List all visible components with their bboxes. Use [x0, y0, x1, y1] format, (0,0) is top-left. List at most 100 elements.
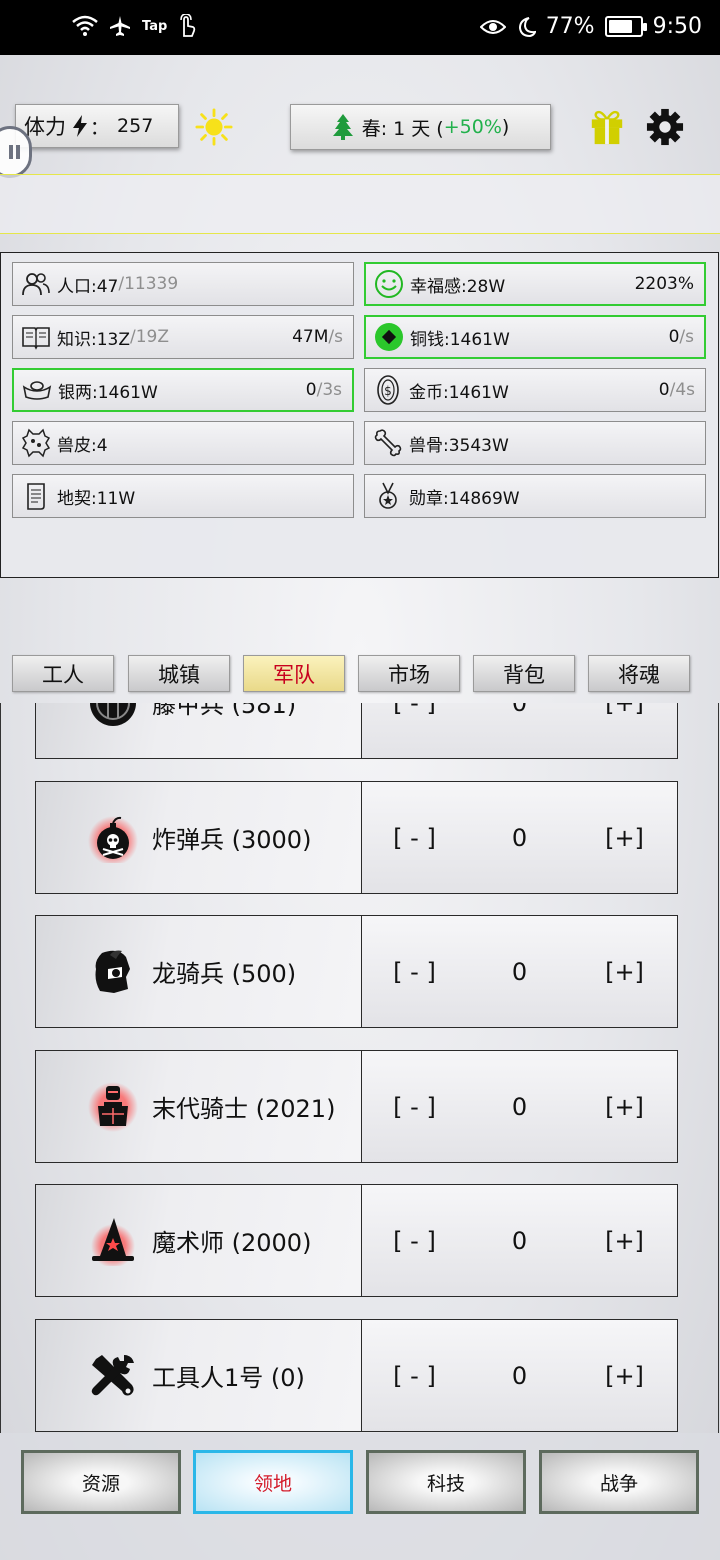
resource-name: 幸福感:28W — [410, 276, 506, 297]
knight-helmet-icon — [88, 947, 138, 997]
resource-cell[interactable]: 兽骨:3543W — [364, 421, 706, 465]
bomb-skull-icon — [88, 813, 138, 866]
hide-icon — [21, 428, 51, 458]
resource-cell[interactable]: 地契:11W — [12, 474, 354, 518]
resource-cell[interactable]: 勋章:14869W — [364, 474, 706, 518]
resource-cell[interactable]: 兽皮:4 — [12, 421, 354, 465]
unit-info: 工具人1号 (0) — [35, 1319, 362, 1432]
resource-name: 兽皮:4 — [57, 435, 108, 456]
notice-band — [0, 174, 720, 234]
increase-button[interactable]: [+] — [572, 1319, 678, 1432]
unit-info: 炸弹兵 (3000) — [35, 781, 362, 894]
resource-rate-unit: /s — [328, 327, 343, 347]
unit-row: 末代骑士 (2021) [ - ] 0 [+] — [35, 1050, 678, 1163]
tap-label: Tap — [142, 18, 168, 34]
increase-button[interactable]: [+] — [572, 1184, 678, 1297]
unit-count: 0 — [467, 1319, 573, 1432]
tree-icon — [332, 114, 353, 140]
resource-rate: 0/s — [669, 327, 694, 347]
unit-name: 炸弹兵 (3000) — [152, 826, 312, 854]
nav-button-3[interactable]: 战争 — [539, 1450, 699, 1514]
decrease-button[interactable]: [ - ] — [362, 781, 468, 894]
unit-row: 魔术师 (2000) [ - ] 0 [+] — [35, 1184, 678, 1297]
gift-icon[interactable] — [588, 108, 626, 146]
unit-info: 龙骑兵 (500) — [35, 915, 362, 1028]
resource-cell[interactable]: 知识:13Z/19Z 47M/s — [12, 315, 354, 359]
decrease-button[interactable]: [ - ] — [362, 1319, 468, 1432]
resource-rate-value: 0 — [658, 380, 670, 400]
lightning-icon — [73, 115, 87, 137]
resource-cell[interactable]: $ 金币:1461W 0/4s — [364, 368, 706, 412]
unit-name: 末代骑士 (2021) — [152, 1095, 336, 1123]
status-bar: Tap 77% 9:50 — [0, 0, 720, 55]
silver-ingot-icon — [22, 375, 52, 405]
unit-list[interactable]: 藤甲兵 (581)[ - ]0[+]炸弹兵 (3000)[ - ]0[+]龙骑兵… — [0, 703, 720, 1433]
unit-info: 魔术师 (2000) — [35, 1184, 362, 1297]
resource-cell[interactable]: 人口:47/11339 — [12, 262, 354, 306]
unit-name: 龙骑兵 (500) — [152, 960, 297, 988]
resource-cell[interactable]: 银两:1461W 0/3s — [12, 368, 354, 412]
stamina-box: 体力 ： 257 — [15, 104, 179, 148]
resource-capacity: /19Z — [130, 327, 170, 347]
nav-button-2[interactable]: 科技 — [366, 1450, 526, 1514]
resource-rate: 0/4s — [659, 380, 695, 400]
nav-button-1[interactable]: 领地 — [193, 1450, 353, 1514]
resource-name: 勋章:14869W — [409, 488, 520, 509]
medal-icon — [373, 481, 403, 511]
decrease-button[interactable]: [ - ] — [362, 1050, 468, 1163]
resource-name: 金币:1461W — [409, 382, 509, 403]
settings-gear-icon[interactable] — [646, 108, 684, 146]
nav-button-0[interactable]: 资源 — [21, 1450, 181, 1514]
stamina-label: 体力 — [24, 115, 66, 139]
resource-name: 铜钱:1461W — [410, 329, 510, 350]
unit-info: 藤甲兵 (581) — [35, 703, 362, 759]
unit-row: 炸弹兵 (3000) [ - ] 0 [+] — [35, 781, 678, 894]
scroll-icon — [21, 481, 51, 511]
tab-5[interactable]: 将魂 — [588, 655, 690, 692]
resource-name: 知识:13Z — [57, 329, 131, 350]
resource-panel: 人口:47/11339 幸福感:28W 2203% 知识:13Z/19Z 47M/s 铜钱… — [0, 252, 719, 578]
tab-4[interactable]: 背包 — [473, 655, 575, 692]
tab-2[interactable]: 军队 — [243, 655, 345, 692]
unit-row: 龙骑兵 (500) [ - ] 0 [+] — [35, 915, 678, 1028]
category-tabs: 工人 城镇 军队 市场 背包 将魂 — [0, 655, 720, 693]
resource-rate: 47M/s — [292, 327, 343, 347]
unit-name: 工具人1号 (0) — [152, 1364, 305, 1392]
bone-icon — [373, 428, 403, 458]
stamina-value: 257 — [117, 115, 154, 137]
gold-coin-icon: $ — [373, 375, 403, 405]
increase-button[interactable]: [+] — [572, 781, 678, 894]
resource-rate-unit: /s — [679, 327, 694, 347]
tab-1[interactable]: 城镇 — [128, 655, 230, 692]
unit-row: 工具人1号 (0) [ - ] 0 [+] — [35, 1319, 678, 1432]
unit-count: 0 — [467, 915, 573, 1028]
armored-knight-icon — [88, 1081, 138, 1132]
decrease-button[interactable]: [ - ] — [362, 915, 468, 1028]
unit-count: 0 — [467, 1184, 573, 1297]
resource-name: 人口:47 — [57, 276, 119, 297]
airplane-icon — [110, 16, 130, 36]
season-close: ) — [501, 116, 510, 138]
resource-name: 兽骨:3543W — [409, 435, 509, 456]
decrease-button[interactable]: [ - ] — [362, 1184, 468, 1297]
tab-0[interactable]: 工人 — [12, 655, 114, 692]
wifi-icon — [72, 15, 98, 36]
touch-icon — [180, 14, 196, 37]
tab-3[interactable]: 市场 — [358, 655, 460, 692]
resource-cell[interactable]: 幸福感:28W 2203% — [364, 262, 706, 306]
moon-icon — [518, 16, 536, 37]
unit-count: 0 — [467, 781, 573, 894]
book-icon — [21, 322, 51, 352]
wrench-screwdriver-icon — [88, 1351, 138, 1401]
clock: 9:50 — [652, 14, 702, 39]
decrease-button[interactable]: [ - ] — [362, 703, 468, 759]
unit-count: 0 — [467, 703, 573, 759]
season-label: 春: 1 天 ( — [361, 117, 444, 140]
sun-icon[interactable] — [195, 108, 233, 146]
increase-button[interactable]: [+] — [572, 1050, 678, 1163]
increase-button[interactable]: [+] — [572, 915, 678, 1028]
resource-cell[interactable]: 铜钱:1461W 0/s — [364, 315, 706, 359]
increase-button[interactable]: [+] — [572, 703, 678, 759]
season-bonus: +50% — [443, 116, 502, 138]
resource-name: 银两:1461W — [58, 382, 158, 403]
